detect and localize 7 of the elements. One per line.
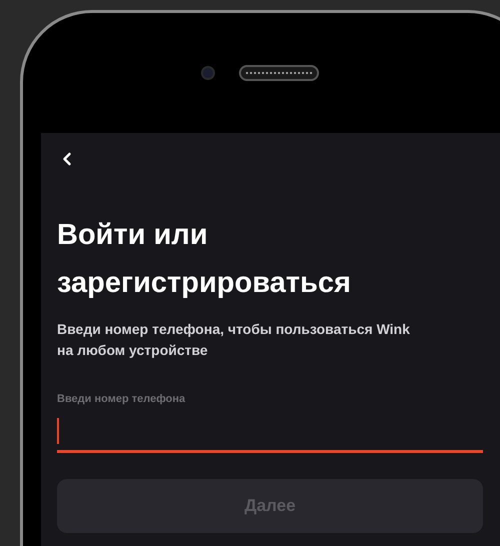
subtitle: Введи номер телефона, чтобы пользоваться Wink на любом устройстве [57, 320, 411, 360]
speaker-icon [239, 65, 319, 81]
text-cursor [57, 418, 59, 444]
camera-icon [201, 66, 215, 80]
phone-input-field[interactable]: Введи номер телефона [57, 391, 483, 453]
page-title: Войти или зарегистрироваться [57, 218, 352, 301]
field-label: Введи номер телефона [57, 392, 186, 407]
